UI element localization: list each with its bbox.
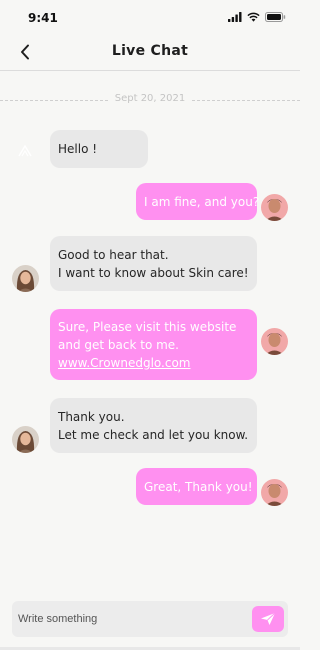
- agent-avatar: [12, 265, 39, 292]
- signal-icon: [228, 12, 242, 22]
- send-button[interactable]: [252, 606, 284, 632]
- wifi-icon: [247, 12, 260, 22]
- status-icons: [228, 12, 286, 22]
- message-input[interactable]: [18, 601, 248, 637]
- agent-logo-icon: [18, 145, 32, 157]
- message-bubble-incoming[interactable]: Hello !: [50, 130, 148, 168]
- message-text-line: Let me check and let you know.: [58, 428, 249, 442]
- website-link[interactable]: www.Crownedglo.com: [58, 354, 249, 372]
- message-text-line: Sure, Please visit this website: [58, 320, 237, 334]
- message-bubble-incoming[interactable]: Thank you. Let me check and let you know…: [50, 398, 257, 453]
- battery-icon: [265, 12, 286, 22]
- divider-line-right: [192, 100, 300, 101]
- message-bubble-outgoing[interactable]: Great, Thank you!: [136, 468, 257, 505]
- header-divider: [0, 70, 300, 71]
- date-separator: Sept 20, 2021: [0, 92, 300, 108]
- message-bubble-outgoing[interactable]: Sure, Please visit this website and get …: [50, 309, 257, 380]
- date-label: Sept 20, 2021: [114, 93, 186, 104]
- message-text: I am fine, and you?: [144, 195, 260, 209]
- user-avatar-image: [261, 194, 288, 221]
- user-avatar: [261, 479, 288, 506]
- send-icon: [261, 612, 276, 625]
- user-avatar: [261, 194, 288, 221]
- message-bubble-outgoing[interactable]: I am fine, and you?: [136, 183, 260, 220]
- status-time: 9:41: [28, 11, 58, 25]
- user-avatar-image: [261, 328, 288, 355]
- user-avatar-image: [261, 479, 288, 506]
- page-title: Live Chat: [111, 43, 189, 59]
- message-composer: [12, 601, 288, 637]
- status-bar: 9:41: [0, 0, 300, 36]
- user-avatar: [261, 328, 288, 355]
- message-text-line: I want to know about Skin care!: [58, 266, 249, 280]
- chat-header: Live Chat: [0, 36, 300, 70]
- message-text-line: Thank you.: [58, 410, 125, 424]
- message-text: Hello !: [58, 142, 98, 156]
- agent-avatar-image: [12, 265, 39, 292]
- agent-avatar: [12, 426, 39, 453]
- message-bubble-incoming[interactable]: Good to hear that. I want to know about …: [50, 236, 257, 291]
- agent-avatar-image: [12, 426, 39, 453]
- message-text-line: Good to hear that.: [58, 248, 169, 262]
- message-text-line: and get back to me.: [58, 338, 179, 352]
- message-text: Great, Thank you!: [144, 480, 253, 494]
